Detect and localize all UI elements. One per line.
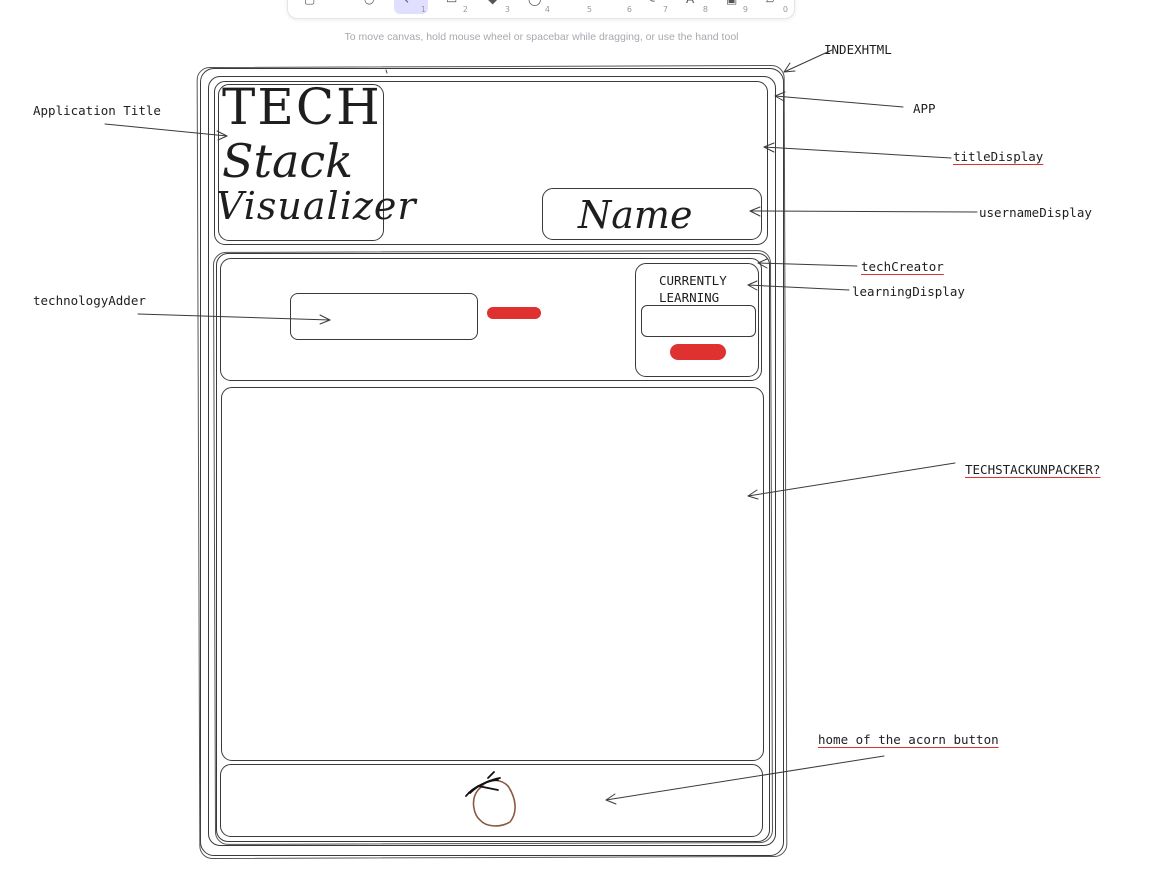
arrow-indexhtml: [783, 49, 833, 73]
arrow-acorn-home: [605, 755, 885, 801]
arrow-title-display: [763, 146, 952, 159]
arrow-username-display: [749, 210, 978, 213]
acorn-icon: [465, 771, 516, 827]
arrow-app: [774, 95, 904, 108]
arrow-techstack-unpacker: [747, 462, 956, 497]
arrow-tech-creator: [757, 262, 858, 267]
arrow-application-title: [104, 123, 228, 137]
arrow-learning-display: [747, 284, 850, 291]
arrow-technology-adder: [137, 313, 331, 321]
annotation-arrows: [104, 49, 978, 827]
